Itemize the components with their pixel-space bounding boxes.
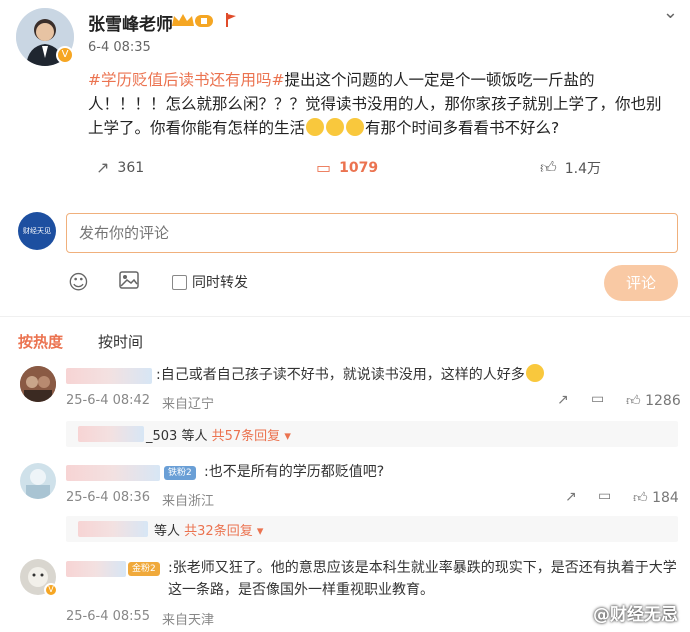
topic-link[interactable]: #学历贬值后读书还有用吗# <box>88 71 284 89</box>
comment-location: 来自天津 <box>162 613 215 628</box>
like-button[interactable]: 👍︎ 1.4万 <box>540 158 601 178</box>
commenter-avatar[interactable] <box>20 463 56 499</box>
emoji-icon <box>525 364 544 382</box>
post-time: 6-4 08:35 <box>88 40 151 55</box>
comment-time: 25-6-4 08:55 <box>66 609 151 624</box>
caret-down-icon: ▾ <box>284 429 291 444</box>
reply-count-link[interactable]: 共32条回复 <box>184 524 253 539</box>
post-body: #学历贬值后读书还有用吗#提出这个问题的人一定是个一顿饭吃一斤盐的人！！！！怎么… <box>88 68 668 140</box>
reply-count-link[interactable]: 共57条回复 <box>212 429 281 444</box>
comment-input[interactable] <box>66 213 678 253</box>
like-button[interactable]: 👍︎ 184 <box>633 489 679 506</box>
caret-down-icon: ▾ <box>256 524 264 539</box>
comment-location: 来自浙江 <box>162 494 215 509</box>
verified-badge-icon: V <box>56 46 74 64</box>
tab-sort-time[interactable]: 按时间 <box>98 331 143 352</box>
fan-badge: 铁粉2 <box>164 466 196 480</box>
image-icon[interactable] <box>119 270 139 294</box>
verified-badge-icon: V <box>44 583 58 597</box>
watermark: @财经无忌 <box>593 605 678 625</box>
comment-text: :自己或者自己孩子读不好书，就说读书没用，这样的人好多 <box>156 364 545 386</box>
comment-time: 25-6-4 08:36 <box>66 490 151 505</box>
submit-comment-button[interactable]: 评论 <box>604 265 678 301</box>
brand-avatar-text: 财经天见 <box>23 227 51 235</box>
reply-summary[interactable]: _503 等人 共57条回复 ▾ <box>66 421 678 447</box>
current-user-avatar[interactable]: 财经天见 <box>18 212 56 250</box>
comment-location: 来自辽宁 <box>162 397 215 412</box>
thumbs-up-icon: 👍︎ <box>633 490 648 506</box>
comment-icon: ▭ <box>316 158 332 177</box>
post-text-2: 有那个时间多看看书不好么? <box>365 119 560 137</box>
share-icon[interactable]: ↗ <box>557 392 569 408</box>
commenter-avatar[interactable] <box>20 366 56 402</box>
like-button[interactable]: 👍︎ 1286 <box>626 392 681 409</box>
reply-icon[interactable]: ▭ <box>591 391 604 407</box>
repost-label: 同时转发 <box>192 275 248 291</box>
share-icon: ↗ <box>96 158 110 177</box>
comment-time: 25-6-4 08:42 <box>66 393 151 408</box>
tab-sort-hot[interactable]: 按热度 <box>18 331 63 352</box>
masked-username <box>66 561 126 577</box>
share-count: 361 <box>117 159 145 176</box>
reply-summary[interactable]: 等人 共32条回复 ▾ <box>66 516 678 542</box>
comment-text: :也不是所有的学历都贬值吧? <box>204 464 385 480</box>
emoji-icon <box>306 118 325 136</box>
like-count: 1.4万 <box>564 161 601 177</box>
author-name[interactable]: 张雪峰老师 <box>88 10 173 35</box>
emoji-picker-icon[interactable]: ☺ <box>68 270 89 294</box>
share-button[interactable]: ↗ 361 <box>96 158 144 177</box>
vip-crown-icon <box>170 12 216 30</box>
share-icon[interactable]: ↗ <box>565 489 577 505</box>
flag-icon <box>224 12 238 32</box>
masked-username <box>78 521 148 537</box>
thumbs-up-icon: 👍︎ <box>540 158 557 177</box>
repost-checkbox[interactable] <box>172 275 187 290</box>
emoji-icon <box>326 118 345 136</box>
thumbs-up-icon: 👍︎ <box>626 393 641 409</box>
reply-icon[interactable]: ▭ <box>598 488 611 504</box>
emoji-icon <box>346 118 365 136</box>
masked-username <box>66 368 152 384</box>
masked-username <box>66 465 160 481</box>
like-count: 1286 <box>645 393 681 409</box>
reply-others: 等人 <box>181 429 208 444</box>
comment-button[interactable]: ▭ 1079 <box>316 158 378 177</box>
divider <box>0 316 690 317</box>
comment-count: 1079 <box>339 159 379 176</box>
like-count: 184 <box>652 490 679 506</box>
masked-username <box>78 426 144 442</box>
reply-user-suffix: _503 <box>146 429 178 444</box>
reply-others: 等人 <box>154 524 181 539</box>
comment-text: :张老师又狂了。他的意思应该是本科生就业率暴跌的现实下，是否还有执着于大学这一条… <box>168 560 677 598</box>
fan-badge: 金粉2 <box>128 562 160 576</box>
chevron-down-icon[interactable]: ⌄ <box>663 2 678 23</box>
